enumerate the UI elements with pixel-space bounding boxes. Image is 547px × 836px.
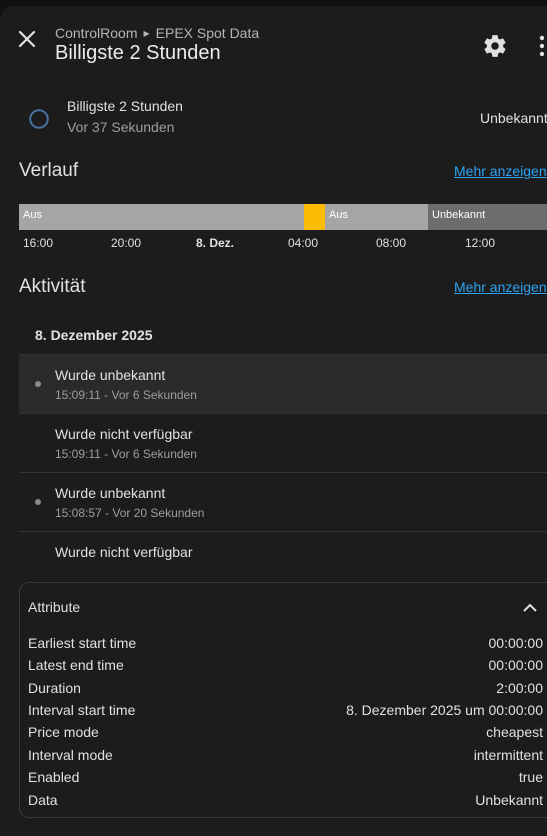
circle-outline-icon xyxy=(29,109,49,129)
state-value: Unbekannt xyxy=(480,110,547,126)
more-info-dialog: ControlRoom ▶ EPEX Spot Data Billigste 2… xyxy=(0,6,547,836)
attribute-value: Unbekannt xyxy=(475,792,543,808)
logbook-date-header: 8. Dezember 2025 xyxy=(35,327,153,343)
attribute-key: Interval mode xyxy=(28,747,113,763)
close-button[interactable] xyxy=(14,26,40,52)
timeline-segment-label: Unbekannt xyxy=(432,209,486,221)
history-title: Verlauf xyxy=(19,160,79,181)
logbook-entry[interactable]: Wurde nicht verfügbar 15:09:11 - Vor 6 S… xyxy=(19,413,547,472)
attribute-key: Earliest start time xyxy=(28,635,137,651)
timeline-segment[interactable]: Aus xyxy=(19,204,304,230)
attributes-panel: Attribute Earliest start time 00:00:00 L… xyxy=(19,582,547,818)
last-changed: Vor 37 Sekunden xyxy=(67,119,175,135)
bullet-dot-icon xyxy=(35,381,41,387)
attribute-key: Data xyxy=(28,792,58,808)
logbook-entry[interactable]: Wurde nicht verfügbar xyxy=(19,531,547,584)
breadcrumb-separator-icon: ▶ xyxy=(143,28,150,38)
breadcrumb-child[interactable]: EPEX Spot Data xyxy=(156,25,260,41)
bullet-dot-icon xyxy=(35,499,41,505)
dialog-title: Billigste 2 Stunden xyxy=(55,42,221,64)
attributes-title[interactable]: Attribute xyxy=(28,599,80,615)
timeline-tick-label: 08:00 xyxy=(376,236,407,250)
timeline-segment-label: Aus xyxy=(23,209,42,221)
attribute-value: cheapest xyxy=(486,724,543,740)
attribute-key: Duration xyxy=(28,680,81,696)
attribute-row: Earliest start time 00:00:00 xyxy=(28,635,543,657)
settings-button[interactable] xyxy=(482,33,508,59)
more-menu-button[interactable] xyxy=(534,31,547,61)
timeline-tick-label: 8. Dez. xyxy=(196,236,235,250)
attribute-row: Price mode cheapest xyxy=(28,724,543,746)
chevron-up-icon[interactable] xyxy=(520,600,540,616)
attribute-value: 8. Dezember 2025 um 00:00:00 xyxy=(346,702,543,718)
timeline-segment-label: Aus xyxy=(329,209,348,221)
logbook-entry[interactable]: Wurde unbekannt 15:09:11 - Vor 6 Sekunde… xyxy=(19,354,547,413)
logbook-entry-title: Wurde nicht verfügbar xyxy=(55,544,193,560)
logbook-entry-title: Wurde nicht verfügbar xyxy=(55,426,193,442)
logbook-list: Wurde unbekannt 15:09:11 - Vor 6 Sekunde… xyxy=(19,354,547,584)
attribute-key: Interval start time xyxy=(28,702,136,718)
attribute-row: Interval mode intermittent xyxy=(28,747,543,769)
entity-name: Billigste 2 Stunden xyxy=(67,98,183,114)
logbook-entry-time: 15:08:57 - Vor 20 Sekunden xyxy=(55,506,205,520)
attribute-value: true xyxy=(518,769,543,785)
attribute-value: 2:00:00 xyxy=(496,680,543,696)
timeline-segment[interactable]: Aus xyxy=(325,204,428,230)
logbook-entry-time: 15:09:11 - Vor 6 Sekunden xyxy=(55,447,197,461)
entity-state-row: Billigste 2 Stunden Vor 37 Sekunden Unbe… xyxy=(0,96,547,142)
logbook-entry-time: 15:09:11 - Vor 6 Sekunden xyxy=(55,388,197,402)
timeline-tick-label: 20:00 xyxy=(111,236,142,250)
attribute-value: 00:00:00 xyxy=(488,657,544,673)
history-timeline[interactable]: Aus Aus Unbekannt 16:00 20:00 8. Dez. 04… xyxy=(19,204,547,250)
gear-icon xyxy=(484,35,506,57)
attribute-value: intermittent xyxy=(473,747,543,763)
attribute-row: Enabled true xyxy=(28,769,543,791)
attribute-key: Enabled xyxy=(28,769,80,785)
timeline-segment[interactable]: Unbekannt xyxy=(428,204,547,230)
attribute-row: Duration 2:00:00 xyxy=(28,680,543,702)
breadcrumb-parent[interactable]: ControlRoom xyxy=(55,25,137,41)
activity-title: Aktivität xyxy=(19,276,86,297)
timeline-tick-label: 12:00 xyxy=(465,236,496,250)
dialog-header: ControlRoom ▶ EPEX Spot Data Billigste 2… xyxy=(0,6,547,76)
timeline-tick-label: 16:00 xyxy=(23,236,54,250)
close-icon xyxy=(18,30,36,48)
logbook-entry[interactable]: Wurde unbekannt 15:08:57 - Vor 20 Sekund… xyxy=(19,472,547,531)
logbook-entry-title: Wurde unbekannt xyxy=(55,485,166,501)
timeline-tick-label: 04:00 xyxy=(288,236,319,250)
attribute-row: Latest end time 00:00:00 xyxy=(28,657,543,679)
attribute-row: Data Unbekannt xyxy=(28,792,543,814)
more-vertical-icon xyxy=(539,35,545,57)
attribute-row: Interval start time 8. Dezember 2025 um … xyxy=(28,702,543,724)
attribute-key: Price mode xyxy=(28,724,99,740)
attribute-key: Latest end time xyxy=(28,657,124,673)
history-more-link[interactable]: Mehr anzeigen xyxy=(454,163,547,179)
attribute-value: 00:00:00 xyxy=(488,635,544,651)
logbook-entry-title: Wurde unbekannt xyxy=(55,367,166,383)
breadcrumb: ControlRoom ▶ EPEX Spot Data xyxy=(55,25,259,41)
timeline-segment[interactable] xyxy=(304,204,325,230)
activity-more-link[interactable]: Mehr anzeigen xyxy=(454,279,547,295)
